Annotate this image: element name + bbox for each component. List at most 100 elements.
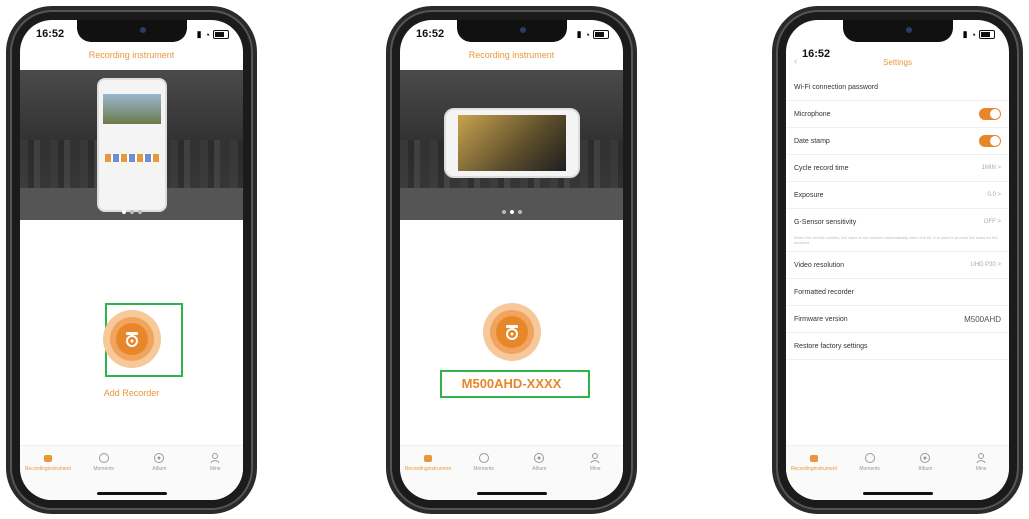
setting-value: OFF > (983, 219, 1001, 225)
setting-value: 1MIN > (981, 165, 1001, 171)
setting-wifi-password[interactable]: Wi-Fi connection password (786, 74, 1009, 101)
setting-exposure[interactable]: Exposure 0.0 > (786, 182, 1009, 209)
tab-label: Album (918, 466, 933, 472)
setting-label: Formatted recorder (794, 288, 854, 296)
tab-label: Mine (209, 466, 221, 472)
tab-recordinginstrument[interactable]: Recordinginstrument (404, 452, 451, 500)
recorder-device-button[interactable] (482, 303, 541, 361)
setting-label: Date stamp (794, 137, 830, 145)
album-tab-icon (920, 453, 931, 463)
setting-value: 0.0 > (987, 192, 1001, 198)
tab-mine[interactable]: Mine (193, 452, 237, 500)
carousel-dot[interactable] (121, 210, 126, 214)
dashcam-icon (125, 332, 138, 347)
status-time: 16:52 (416, 28, 445, 40)
status-icons: ▮ ◔ (197, 29, 229, 40)
add-recorder-button[interactable] (102, 310, 161, 368)
status-time: 16:52 (36, 28, 65, 40)
home-indicator[interactable] (476, 492, 547, 495)
moments-tab-icon (864, 453, 875, 463)
phone-frame-1: 16:52 ▮ ◔ Recording instrument Add Record… (10, 10, 253, 510)
mini-icons-row (104, 154, 159, 162)
tab-recordinginstrument[interactable]: Recordinginstrument (790, 452, 837, 500)
carousel-dots[interactable] (501, 210, 522, 214)
tab-label: Moments (473, 466, 494, 472)
road-graphic (400, 188, 623, 220)
tab-mine[interactable]: Mine (573, 452, 617, 500)
phone-screen-2: 16:52 ▮ ◔ Recording instrument M500AHD-XX… (400, 20, 623, 500)
moments-tab-icon (98, 453, 109, 463)
microphone-toggle[interactable] (979, 108, 1001, 120)
tab-recordinginstrument[interactable]: Recordinginstrument (25, 452, 71, 500)
device-id-label[interactable]: M500AHD-XXXX (400, 376, 623, 391)
wifi-icon: ◔ (584, 29, 590, 40)
setting-restore-factory[interactable]: Restore factory settings (786, 333, 1009, 360)
user-tab-icon (590, 453, 600, 464)
tab-label: Moments (859, 466, 880, 472)
notch (842, 20, 953, 42)
setting-g-sensor[interactable]: G-Sensor sensitivity OFF > (786, 209, 1009, 235)
carousel-dots[interactable] (121, 210, 142, 214)
recorder-tab-icon (43, 455, 52, 462)
status-icons: ▮ ◔ (577, 29, 609, 40)
date-stamp-toggle[interactable] (979, 135, 1001, 147)
user-tab-icon (210, 453, 220, 464)
camera-icon (519, 27, 526, 33)
status-icons: ▮ ◔ (963, 29, 995, 40)
wifi-icon: ◔ (970, 29, 976, 40)
setting-cycle-record-time[interactable]: Cycle record time 1MIN > (786, 155, 1009, 182)
page-title: Recording instrument (468, 50, 555, 60)
setting-label: Video resolution (794, 261, 845, 269)
notch (456, 20, 567, 42)
banner-image[interactable] (20, 70, 243, 220)
banner-image[interactable] (400, 70, 623, 220)
home-indicator[interactable] (96, 492, 167, 495)
carousel-dot[interactable] (517, 210, 522, 214)
signal-icon: ▮ (576, 29, 582, 39)
tab-label: Moments (93, 466, 114, 472)
camera-icon (139, 27, 146, 33)
carousel-dot[interactable] (129, 210, 134, 214)
tab-label: Recordinginstrument (790, 466, 837, 472)
album-tab-icon (534, 453, 545, 463)
g-sensor-note: When the vehicle collides, the video is … (786, 235, 1009, 252)
recorder-tab-icon (423, 455, 432, 462)
notch (76, 20, 187, 42)
battery-icon (979, 30, 995, 39)
home-indicator[interactable] (862, 492, 933, 495)
tab-label: Recordinginstrument (404, 466, 451, 472)
phone-illustration (96, 78, 167, 212)
carousel-dot[interactable] (509, 210, 514, 214)
carousel-dot[interactable] (501, 210, 506, 214)
album-tab-icon (154, 453, 165, 463)
tab-mine[interactable]: Mine (959, 452, 1003, 500)
battery-icon (593, 30, 609, 39)
setting-microphone: Microphone (786, 101, 1009, 128)
phone-screen-3: 16:52 ▮ ◔ ‹ Settings Wi-Fi connection pas… (786, 20, 1009, 500)
carousel-dot[interactable] (137, 210, 142, 214)
setting-label: Wi-Fi connection password (794, 83, 879, 91)
setting-video-resolution[interactable]: Video resolution UHD P30 > (786, 252, 1009, 279)
moments-tab-icon (478, 453, 489, 463)
battery-icon (213, 30, 229, 39)
video-preview (457, 115, 566, 171)
mini-screen (102, 94, 161, 124)
phone-frame-2: 16:52 ▮ ◔ Recording instrument M500AHD-XX… (390, 10, 633, 510)
setting-label: Exposure (794, 191, 824, 199)
setting-label: Restore factory settings (794, 342, 868, 350)
setting-firmware-version: Firmware version M500AHD (786, 306, 1009, 333)
setting-value: UHD P30 > (970, 262, 1001, 268)
setting-label: Firmware version (794, 315, 848, 323)
user-tab-icon (976, 453, 986, 464)
setting-value: M500AHD (964, 314, 1001, 324)
setting-date-stamp: Date stamp (786, 128, 1009, 155)
phone-frame-3: 16:52 ▮ ◔ ‹ Settings Wi-Fi connection pas… (776, 10, 1019, 510)
recorder-tab-icon (809, 455, 818, 462)
settings-list: Wi-Fi connection password Microphone Dat… (786, 74, 1009, 360)
add-recorder-label[interactable]: Add Recorder (20, 388, 243, 398)
wifi-icon: ◔ (204, 29, 210, 40)
dashcam-icon (505, 325, 518, 340)
settings-title: Settings (883, 58, 912, 67)
setting-formatted-recorder[interactable]: Formatted recorder (786, 279, 1009, 306)
tab-label: Mine (975, 466, 987, 472)
